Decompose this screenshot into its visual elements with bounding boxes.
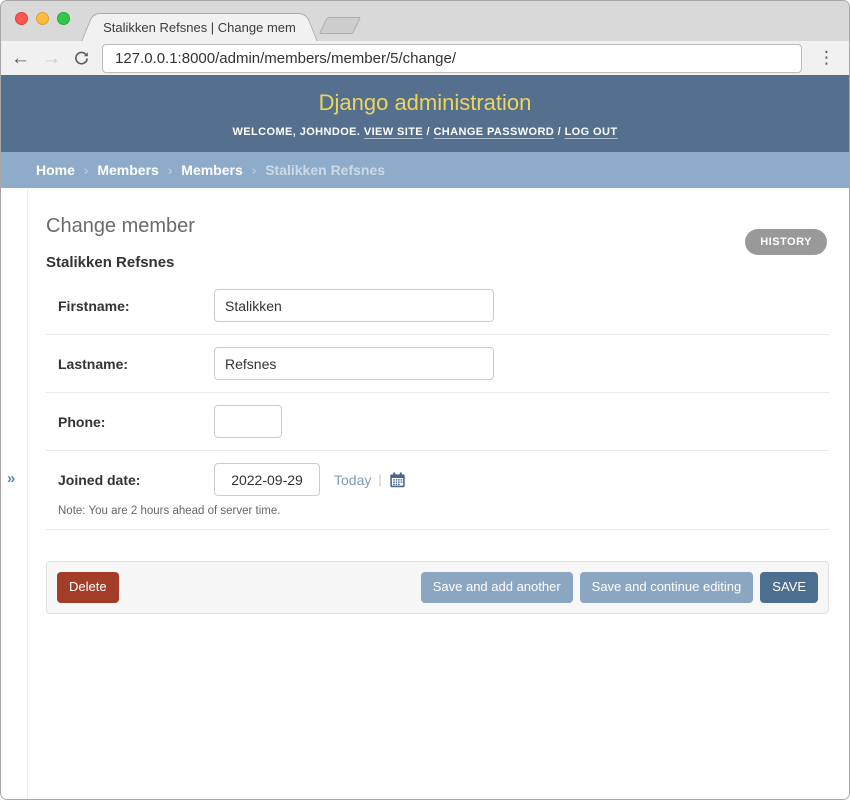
save-button[interactable]: SAVE xyxy=(760,572,818,603)
phone-field[interactable] xyxy=(214,405,282,438)
change-password-link[interactable]: CHANGE PASSWORD xyxy=(433,126,554,138)
joined-date-field[interactable] xyxy=(214,463,320,496)
breadcrumb-separator: › xyxy=(247,162,262,178)
page-title: Change member xyxy=(46,215,829,238)
sidebar-toggle-icon[interactable]: » xyxy=(7,470,15,487)
browser-tab[interactable]: Stalikken Refsnes | Change mem xyxy=(98,13,301,41)
calendar-icon[interactable] xyxy=(389,472,406,488)
form-row-joined-date: Joined date: Today | xyxy=(46,451,829,530)
welcome-period: . xyxy=(357,126,360,138)
tools-separator: / xyxy=(558,126,561,138)
browser-toolbar: ← → ⋮ xyxy=(1,41,849,75)
sidebar-strip: » xyxy=(1,188,28,799)
lastname-field[interactable] xyxy=(214,347,494,380)
new-tab-button[interactable] xyxy=(319,17,361,34)
window-controls xyxy=(15,12,70,25)
form-row-firstname: Firstname: xyxy=(46,277,829,335)
phone-label: Phone: xyxy=(58,414,214,430)
admin-header: Django administration WELCOME, JOHNDOE. … xyxy=(1,75,849,152)
save-and-add-another-button[interactable]: Save and add another xyxy=(421,572,573,603)
content-area: » Change member HISTORY Stalikken Refsne… xyxy=(1,188,849,799)
breadcrumb-home[interactable]: Home xyxy=(36,162,75,178)
history-button[interactable]: HISTORY xyxy=(745,229,827,255)
user-tools: WELCOME, JOHNDOE. VIEW SITE / CHANGE PAS… xyxy=(1,126,849,138)
tab-title: Stalikken Refsnes | Change mem xyxy=(103,20,296,35)
breadcrumb-separator: › xyxy=(79,162,94,178)
log-out-link[interactable]: LOG OUT xyxy=(565,126,618,138)
timezone-note: Note: You are 2 hours ahead of server ti… xyxy=(58,505,829,517)
url-input[interactable] xyxy=(102,44,802,73)
breadcrumb-separator: › xyxy=(163,162,178,178)
today-link[interactable]: Today xyxy=(334,472,371,488)
delete-button[interactable]: Delete xyxy=(57,572,119,603)
breadcrumb-members-app[interactable]: Members xyxy=(97,162,158,178)
zoom-window-button[interactable] xyxy=(57,12,70,25)
minimize-window-button[interactable] xyxy=(36,12,49,25)
close-window-button[interactable] xyxy=(15,12,28,25)
object-title: Stalikken Refsnes xyxy=(46,254,829,271)
change-form: Change member HISTORY Stalikken Refsnes … xyxy=(28,188,849,799)
save-and-continue-button[interactable]: Save and continue editing xyxy=(580,572,754,603)
back-icon[interactable]: ← xyxy=(11,49,30,68)
browser-menu-icon[interactable]: ⋮ xyxy=(814,48,839,68)
reload-icon[interactable] xyxy=(73,50,90,67)
welcome-text: WELCOME, xyxy=(233,126,297,138)
breadcrumb: Home › Members › Members › Stalikken Ref… xyxy=(1,152,849,188)
breadcrumb-current: Stalikken Refsnes xyxy=(265,162,385,178)
joined-date-label: Joined date: xyxy=(58,472,214,488)
admin-title: Django administration xyxy=(1,90,849,116)
form-row-phone: Phone: xyxy=(46,393,829,451)
firstname-label: Firstname: xyxy=(58,298,214,314)
tab-strip: Stalikken Refsnes | Change mem xyxy=(1,1,849,41)
shortcut-divider: | xyxy=(378,472,381,487)
forward-icon[interactable]: → xyxy=(42,49,61,68)
view-site-link[interactable]: VIEW SITE xyxy=(364,126,423,138)
tools-separator: / xyxy=(427,126,430,138)
browser-window: Stalikken Refsnes | Change mem ← → ⋮ Dja… xyxy=(0,0,850,800)
date-shortcuts: Today | xyxy=(334,472,406,488)
form-row-lastname: Lastname: xyxy=(46,335,829,393)
breadcrumb-members-model[interactable]: Members xyxy=(181,162,242,178)
lastname-label: Lastname: xyxy=(58,356,214,372)
submit-row: Delete Save and add another Save and con… xyxy=(46,561,829,614)
firstname-field[interactable] xyxy=(214,289,494,322)
username: JOHNDOE xyxy=(300,126,357,138)
tab-border xyxy=(106,13,293,14)
